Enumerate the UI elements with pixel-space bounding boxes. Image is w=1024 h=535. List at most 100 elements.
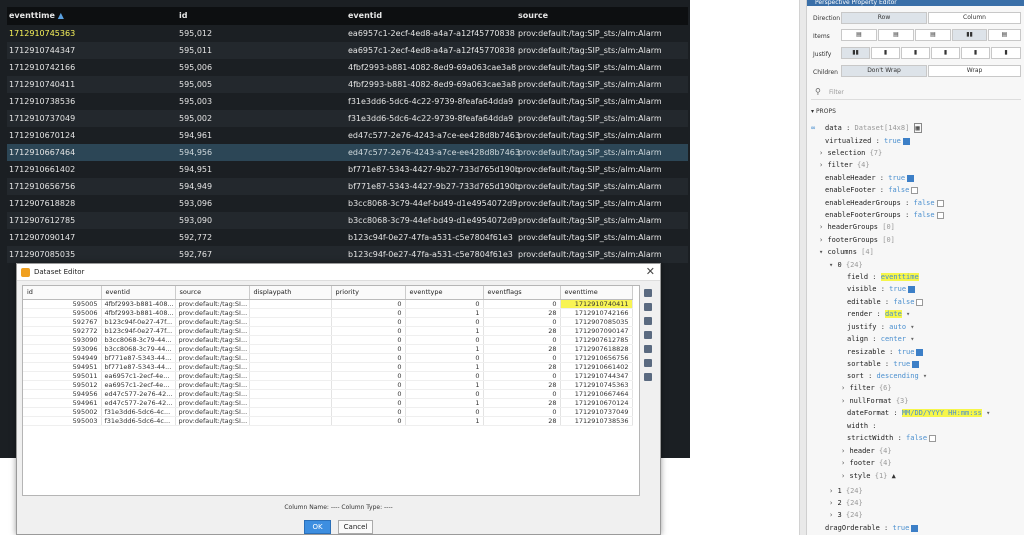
grid-cell[interactable]: prov:default:/tag:SI... (175, 362, 250, 372)
grid-cell[interactable]: prov:default:/tag:SI... (175, 317, 250, 327)
prop-dragOrderable[interactable]: dragOrderable : true (825, 524, 919, 532)
grid-row[interactable]: 593096 b3cc8068-3c79-44... prov:default:/t… (23, 344, 633, 354)
grid-cell[interactable]: 4fbf2993-b881-408... (101, 308, 176, 318)
grid-column-header[interactable]: displaypath (249, 286, 332, 300)
dragOrderable-checkbox[interactable] (911, 524, 919, 532)
grid-cell[interactable]: prov:default:/tag:SI... (175, 398, 250, 408)
dropdown-caret-icon[interactable]: ▾ (923, 372, 927, 380)
prop-footer[interactable]: › footer {4} (841, 459, 892, 467)
copy-icon[interactable] (644, 359, 652, 367)
prop-sortable[interactable]: sortable : true (847, 360, 920, 368)
cancel-button[interactable]: Cancel (338, 520, 373, 534)
grid-cell[interactable]: f31e3dd6-5dc6-4c... (101, 407, 176, 417)
prop-width[interactable]: width : (847, 422, 877, 430)
grid-cell[interactable]: 1712910656756 (560, 353, 633, 363)
table-row[interactable]: 1712910742166 595,006 4fbf2993-b881-4082-8… (7, 59, 688, 76)
grid-cell[interactable]: 1712910745363 (560, 380, 633, 390)
prop-sort[interactable]: sort : descending ▾ (847, 372, 927, 380)
grid-cell[interactable]: 1712910737049 (560, 407, 633, 417)
grid-cell[interactable]: 0 (405, 389, 484, 399)
add-column-icon[interactable] (644, 303, 652, 311)
grid-row[interactable]: 593090 b3cc8068-3c79-44... prov:default:/t… (23, 335, 633, 345)
justify-start-icon[interactable]: ▮▮ (841, 47, 870, 59)
grid-cell[interactable]: 28 (483, 416, 561, 426)
grid-cell[interactable]: 0 (405, 371, 484, 381)
grid-cell[interactable]: 0 (331, 416, 406, 426)
grid-row[interactable]: 592772 b123c94f-0e27-47f... prov:default:/… (23, 326, 633, 336)
grid-row[interactable]: 595012 ea6957c1-2ecf-4e... prov:default:/t… (23, 380, 633, 390)
grid-cell[interactable]: ed47c577-2e76-42... (101, 398, 176, 408)
column-header-eventtime[interactable]: eventtime ▲ (9, 11, 64, 20)
prop-column-2[interactable]: › 2 {24} (829, 499, 863, 507)
grid-cell[interactable]: 0 (331, 335, 406, 345)
grid-cell[interactable]: b123c94f-0e27-47f... (101, 317, 176, 327)
grid-row[interactable]: 595002 f31e3dd6-5dc6-4c... prov:default:/t… (23, 407, 633, 417)
grid-cell[interactable] (249, 362, 332, 372)
grid-cell[interactable]: 1712907612785 (560, 335, 633, 345)
grid-cell[interactable]: prov:default:/tag:SI... (175, 335, 250, 345)
grid-cell[interactable]: 0 (483, 407, 561, 417)
grid-column-header[interactable]: eventtime (560, 286, 633, 300)
direction-column-button[interactable]: Column (928, 12, 1021, 24)
grid-row[interactable]: 595006 4fbf2993-b881-408... prov:default:/… (23, 308, 633, 318)
grid-cell[interactable] (249, 353, 332, 363)
table-row[interactable]: 1712910737049 595,002 f31e3dd6-5dc6-4c22-9… (7, 110, 688, 127)
prop-columns[interactable]: ▾ columns [4] (819, 248, 874, 256)
grid-row[interactable]: 592767 b123c94f-0e27-47f... prov:default:/… (23, 317, 633, 327)
grid-cell[interactable]: ed47c577-2e76-42... (101, 389, 176, 399)
grid-row[interactable]: 594961 ed47c577-2e76-42... prov:default:/t… (23, 398, 633, 408)
grid-cell[interactable]: 593090 (23, 335, 102, 345)
grid-row[interactable]: 595005 4fbf2993-b881-408... prov:default:/… (23, 299, 633, 309)
grid-cell[interactable] (249, 371, 332, 381)
grid-cell[interactable]: 0 (405, 335, 484, 345)
grid-cell[interactable]: 1712907085035 (560, 317, 633, 327)
enableHeaderGroups-checkbox[interactable] (936, 199, 944, 207)
prop-virtualized[interactable]: virtualized : true (825, 137, 910, 145)
table-row[interactable]: 1712910670124 594,961 ed47c577-2e76-4243-a… (7, 127, 688, 144)
virtualized-checkbox[interactable] (902, 137, 910, 145)
items-center-icon[interactable]: ▤ (878, 29, 914, 41)
grid-cell[interactable]: 1712907090147 (560, 326, 633, 336)
link-icon[interactable]: ∞ (811, 124, 815, 132)
grid-cell[interactable] (249, 326, 332, 336)
grid-cell[interactable]: 28 (483, 308, 561, 318)
grid-cell[interactable]: bf771e87-5343-44... (101, 353, 176, 363)
dialog-titlebar[interactable]: Dataset Editor ✕ (17, 264, 660, 281)
prop-align[interactable]: align : center ▾ (847, 335, 914, 343)
grid-cell[interactable]: 594956 (23, 389, 102, 399)
prop-dateFormat[interactable]: dateFormat : MM/DD/YYYY HH:mm:ss ▾ (847, 409, 990, 417)
items-baseline-icon[interactable]: ▤ (988, 29, 1021, 41)
grid-cell[interactable]: prov:default:/tag:SI... (175, 344, 250, 354)
grid-cell[interactable]: 595003 (23, 416, 102, 426)
items-start-icon[interactable]: ▤ (841, 29, 877, 41)
table-row[interactable]: 1712907090147 592,772 b123c94f-0e27-47fa-a… (7, 229, 688, 246)
editable-checkbox[interactable] (916, 298, 924, 306)
prop-data[interactable]: data : Dataset[14x8] ▦ (825, 123, 922, 133)
grid-cell[interactable]: 1712910742166 (560, 308, 633, 318)
table-row[interactable]: 1712910740411 595,005 4fbf2993-b881-4082-8… (7, 76, 688, 93)
prop-editable[interactable]: editable : false (847, 298, 924, 306)
strictWidth-checkbox[interactable] (929, 434, 937, 442)
grid-cell[interactable]: 1 (405, 308, 484, 318)
dropdown-caret-icon[interactable]: ▾ (986, 409, 990, 417)
grid-cell[interactable]: 1 (405, 380, 484, 390)
visible-checkbox[interactable] (908, 285, 916, 293)
justify-center-icon[interactable]: ▮ (871, 47, 900, 59)
dropdown-caret-icon[interactable]: ▾ (910, 323, 914, 331)
column-header-id[interactable]: id (179, 11, 187, 20)
grid-cell[interactable]: 0 (331, 371, 406, 381)
grid-cell[interactable]: 0 (331, 389, 406, 399)
grid-cell[interactable]: f31e3dd6-5dc6-4c... (101, 416, 176, 426)
grid-cell[interactable]: 594961 (23, 398, 102, 408)
table-row[interactable]: 1712910744347 595,011 ea6957c1-2ecf-4ed8-a… (7, 42, 688, 59)
column-header-eventid[interactable]: eventid (348, 11, 382, 20)
enableHeader-checkbox[interactable] (907, 174, 915, 182)
grid-cell[interactable]: 0 (331, 317, 406, 327)
prop-column-filter[interactable]: › filter {6} (841, 384, 892, 392)
prop-nullFormat[interactable]: › nullFormat {3} (841, 397, 908, 405)
grid-cell[interactable] (249, 317, 332, 327)
grid-cell[interactable]: 594949 (23, 353, 102, 363)
table-row[interactable]: 1712910745363 595,012 ea6957c1-2ecf-4ed8-a… (7, 25, 688, 42)
grid-cell[interactable]: 0 (405, 353, 484, 363)
grid-cell[interactable]: 1712910670124 (560, 398, 633, 408)
